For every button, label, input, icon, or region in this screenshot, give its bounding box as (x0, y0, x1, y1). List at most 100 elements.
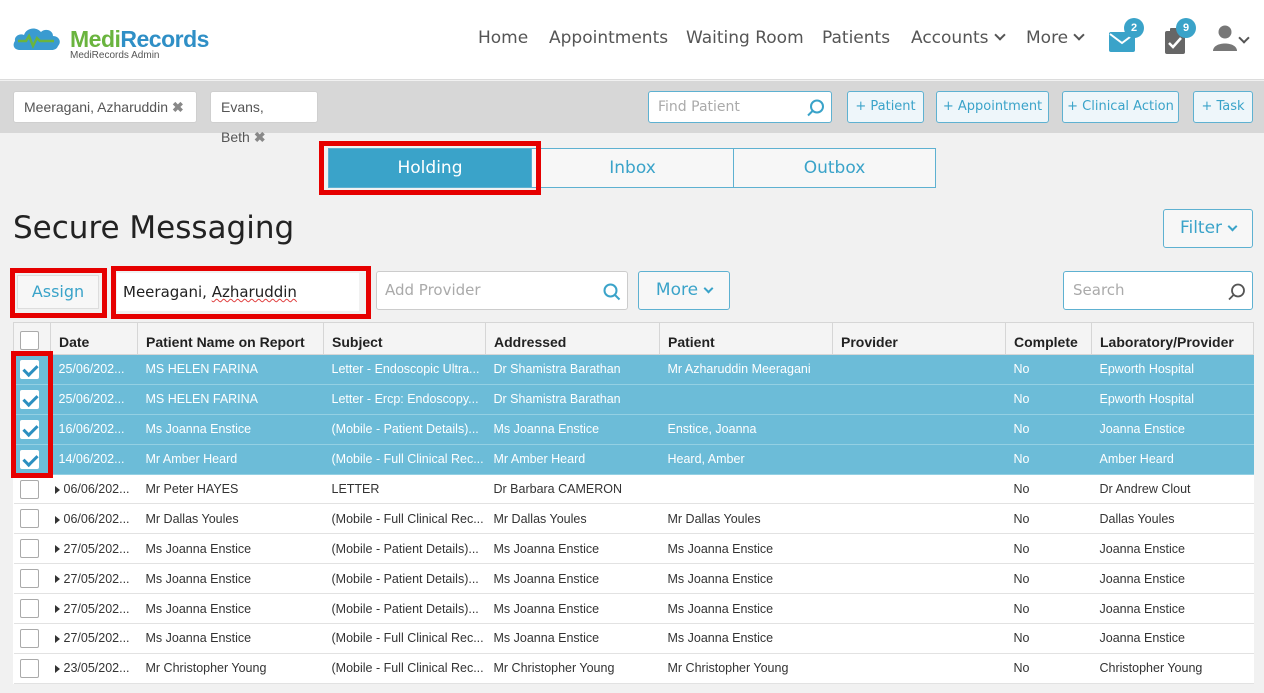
row-checkbox[interactable] (19, 479, 39, 499)
table-row[interactable]: 06/06/202... Mr Dallas Youles (Mobile - Fu… (13, 503, 1254, 535)
row-select-cell (13, 503, 51, 535)
cell-report-name: Ms Joanna Enstice (137, 414, 324, 445)
cell-subject: (Mobile - Full Clinical Rec... (323, 444, 486, 475)
column-header-date[interactable]: Date (50, 322, 138, 355)
expand-row-icon[interactable] (54, 515, 60, 524)
cell-addressed: Ms Joanna Enstice (485, 623, 660, 654)
nav-waiting-room[interactable]: Waiting Room (686, 28, 804, 54)
cell-subject: (Mobile - Patient Details)... (323, 563, 486, 595)
table-row[interactable]: 27/05/202... Ms Joanna Enstice (Mobile - P… (13, 533, 1254, 565)
search-icon[interactable] (807, 99, 825, 117)
add-task-button[interactable]: + Task (1193, 91, 1253, 123)
close-icon[interactable]: ✖ (172, 99, 184, 115)
cloud-logo-icon (13, 28, 60, 50)
nav-waiting-room-label: Waiting Room (686, 28, 804, 48)
cell-subject: Letter - Endoscopic Ultra... (323, 354, 486, 385)
search-icon[interactable] (603, 283, 621, 301)
search-input[interactable]: Search (1063, 271, 1253, 310)
messages-button[interactable]: 2 (1106, 18, 1144, 56)
expand-row-icon[interactable] (54, 635, 60, 644)
cell-addressed: Dr Barbara CAMERON (485, 474, 660, 505)
tab-inbox[interactable]: Inbox (531, 148, 734, 188)
row-checkbox[interactable] (19, 569, 39, 589)
cell-date: 27/05/202... (50, 533, 138, 565)
add-clinical-action-button[interactable]: + Clinical Action (1062, 91, 1179, 123)
row-checkbox[interactable] (19, 658, 39, 678)
row-checkbox[interactable] (19, 628, 39, 648)
cell-complete: No (1005, 354, 1092, 385)
table-row[interactable]: 27/05/202... Ms Joanna Enstice (Mobile - P… (13, 593, 1254, 625)
chevron-down-icon (1238, 32, 1250, 44)
column-header-lab[interactable]: Laboratory/Provider (1091, 322, 1254, 355)
add-appointment-button[interactable]: + Appointment (936, 91, 1049, 123)
table-row[interactable]: 14/06/202... Mr Amber Heard (Mobile - Full… (13, 444, 1254, 475)
row-checkbox[interactable] (19, 539, 39, 559)
cell-report-name: Ms Joanna Enstice (137, 563, 324, 595)
cell-complete: No (1005, 593, 1092, 625)
row-checkbox[interactable] (19, 509, 39, 529)
add-provider-input[interactable]: Add Provider (376, 271, 628, 310)
cell-subject: (Mobile - Patient Details)... (323, 593, 486, 625)
cell-complete: No (1005, 533, 1092, 565)
cell-report-name: MS HELEN FARINA (137, 354, 324, 385)
expand-row-icon[interactable] (54, 575, 60, 584)
close-icon[interactable]: ✖ (254, 129, 266, 145)
add-patient-button[interactable]: + Patient (847, 91, 924, 123)
table-row[interactable]: 27/05/202... Ms Joanna Enstice (Mobile - P… (13, 563, 1254, 595)
nav-accounts[interactable]: Accounts (911, 28, 1006, 54)
select-all-checkbox[interactable] (20, 331, 39, 350)
cell-provider (832, 563, 1006, 595)
nav-appointments-label: Appointments (549, 28, 669, 48)
filter-button[interactable]: Filter (1163, 209, 1253, 248)
top-navigation-bar: MediRecords MediRecords Admin Home Appoi… (0, 0, 1264, 80)
column-header-complete[interactable]: Complete (1005, 322, 1092, 355)
expand-row-icon[interactable] (54, 485, 60, 494)
patient-tab[interactable]: Meeragani, Azharuddin ✖ (13, 91, 197, 123)
find-patient-input[interactable]: Find Patient (648, 91, 832, 123)
highlight-box-patient (111, 266, 371, 319)
column-header-provider[interactable]: Provider (832, 322, 1006, 355)
row-select-cell (13, 593, 51, 625)
highlight-box-holding (319, 141, 541, 195)
table-row[interactable]: 27/05/202... Ms Joanna Enstice (Mobile - F… (13, 623, 1254, 654)
cell-provider (832, 414, 1006, 445)
nav-patients[interactable]: Patients (822, 28, 890, 54)
cell-report-name: Mr Peter HAYES (137, 474, 324, 505)
nav-accounts-label: Accounts (911, 28, 989, 48)
cell-patient: Ms Joanna Enstice (659, 533, 833, 565)
table-row[interactable]: 25/06/202... MS HELEN FARINA Letter - Ercp… (13, 384, 1254, 415)
medirecords-logo[interactable]: MediRecords MediRecords Admin (12, 20, 222, 64)
cell-provider (832, 593, 1006, 625)
cell-report-name: Mr Dallas Youles (137, 503, 324, 535)
row-select-cell (13, 653, 51, 684)
tab-outbox[interactable]: Outbox (733, 148, 936, 188)
table-row[interactable]: 23/05/202... Mr Christopher Young (Mobile … (13, 653, 1254, 684)
nav-more[interactable]: More (1026, 28, 1085, 54)
row-checkbox[interactable] (19, 599, 39, 619)
cell-addressed: Dr Shamistra Barathan (485, 354, 660, 385)
row-select-cell (13, 623, 51, 654)
nav-appointments[interactable]: Appointments (549, 28, 668, 54)
nav-home[interactable]: Home (478, 28, 528, 54)
cell-patient (659, 384, 833, 415)
column-header-subject[interactable]: Subject (323, 322, 486, 355)
column-header-report-name[interactable]: Patient Name on Report (137, 322, 324, 355)
search-icon[interactable] (1228, 283, 1246, 301)
table-row[interactable]: 06/06/202... Mr Peter HAYES LETTER Dr Barba… (13, 474, 1254, 505)
expand-row-icon[interactable] (54, 545, 60, 554)
tasks-button[interactable]: 9 (1160, 18, 1196, 56)
table-row[interactable]: 16/06/202... Ms Joanna Enstice (Mobile - P… (13, 414, 1254, 445)
table-row[interactable]: 25/06/202... MS HELEN FARINA Letter - Endo… (13, 354, 1254, 385)
column-header-patient[interactable]: Patient (659, 322, 833, 355)
cell-provider (832, 444, 1006, 475)
column-header-addressed[interactable]: Addressed (485, 322, 660, 355)
cell-date: 06/06/202... (50, 503, 138, 535)
expand-row-icon[interactable] (54, 605, 60, 614)
expand-row-icon[interactable] (54, 665, 60, 674)
user-menu[interactable] (1212, 22, 1256, 56)
more-actions-button[interactable]: More (638, 271, 730, 310)
cell-date-text: 23/05/202... (63, 661, 130, 676)
cell-complete: No (1005, 474, 1092, 505)
table-body: 25/06/202... MS HELEN FARINA Letter - Endo… (13, 354, 1254, 684)
patient-tab[interactable]: Evans, Beth ✖ (210, 91, 318, 145)
